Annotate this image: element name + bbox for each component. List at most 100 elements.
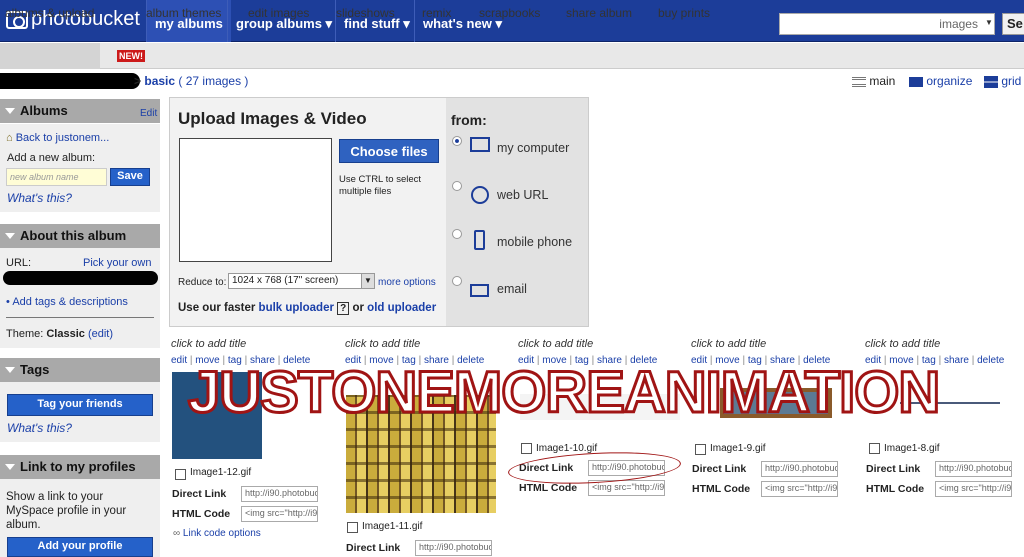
image-checkbox[interactable] bbox=[175, 469, 186, 480]
direct-link-label: Direct Link bbox=[866, 463, 921, 475]
uploader-row: Use our faster bulk uploader ? or old up… bbox=[178, 302, 437, 315]
from-title: from: bbox=[451, 112, 487, 128]
radio-email[interactable] bbox=[452, 276, 462, 286]
grid-icon bbox=[984, 75, 998, 88]
upload-hint: Use CTRL to select multiple files bbox=[339, 174, 422, 197]
view-grid[interactable]: grid bbox=[984, 74, 1021, 88]
back-link[interactable]: ⌂ Back to justonem... bbox=[6, 132, 109, 144]
search-input[interactable]: images bbox=[779, 13, 995, 35]
computer-icon bbox=[470, 137, 490, 152]
direct-link-field[interactable]: http://i90.photobuc bbox=[935, 461, 1012, 477]
tag-friends-button[interactable]: Tag your friends bbox=[7, 394, 153, 416]
bulk-uploader-link[interactable]: bulk uploader bbox=[259, 302, 334, 314]
radio-my-computer[interactable] bbox=[452, 136, 462, 146]
subnav-scrapbooks[interactable]: scrapbooks bbox=[479, 6, 540, 20]
image-checkbox[interactable] bbox=[347, 522, 358, 533]
add-tags-link[interactable]: • Add tags & descriptions bbox=[6, 296, 128, 308]
upload-title: Upload Images & Video bbox=[178, 109, 367, 128]
action-delete[interactable]: delete bbox=[977, 355, 1004, 366]
old-uploader-link[interactable]: old uploader bbox=[367, 302, 436, 314]
subnav-share-album[interactable]: share album bbox=[566, 6, 632, 20]
html-code-field[interactable]: <img src="http://i9 bbox=[241, 506, 318, 522]
choose-files-button[interactable]: Choose files bbox=[339, 139, 439, 163]
add-title-link[interactable]: click to add title bbox=[691, 338, 766, 350]
view-main[interactable]: main bbox=[852, 74, 895, 88]
about-panel-header[interactable]: About this album bbox=[0, 224, 160, 248]
subnav-buy-prints[interactable]: buy prints bbox=[658, 6, 710, 20]
direct-link-label: Direct Link bbox=[172, 488, 227, 500]
breadcrumb-current[interactable]: basic bbox=[144, 74, 175, 88]
from-mobile-phone[interactable]: mobile phone bbox=[497, 235, 572, 249]
image-checkbox[interactable] bbox=[869, 443, 880, 454]
help-icon[interactable]: ? bbox=[337, 302, 350, 315]
from-email[interactable]: email bbox=[497, 282, 527, 296]
file-drop-area[interactable] bbox=[179, 138, 332, 262]
albums-panel-header[interactable]: Albums bbox=[0, 99, 160, 123]
add-title-link[interactable]: click to add title bbox=[345, 338, 420, 350]
image-filename: Image1-12.gif bbox=[190, 467, 252, 478]
reduce-select[interactable]: 1024 x 768 (17" screen) bbox=[228, 273, 375, 289]
image-filename: Image1-11.gif bbox=[362, 521, 423, 532]
radio-mobile-phone[interactable] bbox=[452, 229, 462, 239]
theme-row: Theme: Classic (edit) bbox=[6, 328, 114, 340]
image-checkbox[interactable] bbox=[521, 443, 532, 454]
envelope-icon bbox=[470, 284, 489, 297]
action-edit[interactable]: edit bbox=[171, 355, 187, 366]
tags-panel-header[interactable]: Tags bbox=[0, 358, 160, 382]
subnav-slideshows[interactable]: slideshows bbox=[336, 6, 395, 20]
search-button[interactable]: Se bbox=[1002, 13, 1024, 35]
divider bbox=[6, 317, 154, 318]
image-checkbox[interactable] bbox=[695, 444, 706, 455]
subnav-album-themes[interactable]: album themes bbox=[146, 6, 221, 20]
globe-icon bbox=[471, 186, 489, 204]
html-code-label: HTML Code bbox=[519, 482, 578, 494]
new-album-input[interactable]: new album name bbox=[6, 168, 107, 186]
subnav-albums-upload[interactable]: albums & upload bbox=[5, 6, 94, 20]
link-icon: ∞ bbox=[173, 528, 183, 539]
add-title-link[interactable]: click to add title bbox=[518, 338, 593, 350]
profiles-panel-header[interactable]: Link to my profiles bbox=[0, 455, 160, 479]
action-separator: | bbox=[968, 355, 978, 366]
from-my-computer[interactable]: my computer bbox=[497, 141, 569, 155]
direct-link-field[interactable]: http://i90.photobuc bbox=[415, 540, 492, 556]
radio-web-url[interactable] bbox=[452, 181, 462, 191]
html-code-field[interactable]: <img src="http://i9 bbox=[761, 481, 838, 497]
direct-link-field[interactable]: http://i90.photobuc bbox=[241, 486, 318, 502]
link-code-options[interactable]: ∞ Link code options bbox=[173, 528, 261, 539]
tags-whats-this[interactable]: What's this? bbox=[7, 421, 72, 435]
add-title-link[interactable]: click to add title bbox=[865, 338, 940, 350]
add-title-link[interactable]: click to add title bbox=[171, 338, 246, 350]
organize-icon bbox=[909, 76, 923, 87]
save-button[interactable]: Save bbox=[110, 168, 150, 186]
sub-nav-bar bbox=[0, 43, 1024, 69]
from-web-url[interactable]: web URL bbox=[497, 188, 548, 202]
albums-edit-link[interactable]: Edit bbox=[140, 108, 157, 119]
reduce-label: Reduce to: bbox=[178, 277, 227, 288]
list-icon bbox=[852, 76, 866, 87]
chevron-down-icon[interactable]: ▼ bbox=[361, 274, 374, 288]
html-code-label: HTML Code bbox=[692, 483, 751, 495]
subnav-remix[interactable]: remix bbox=[422, 6, 451, 20]
albums-whats-this[interactable]: What's this? bbox=[7, 191, 72, 205]
add-profile-button[interactable]: Add your profile bbox=[7, 537, 153, 557]
image-filename: Image1-9.gif bbox=[710, 443, 766, 454]
html-code-label: HTML Code bbox=[866, 483, 925, 495]
direct-link-label: Direct Link bbox=[346, 542, 401, 554]
chevron-down-icon[interactable]: ▼ bbox=[985, 18, 993, 27]
redacted-breadcrumb bbox=[0, 73, 140, 89]
redacted-url bbox=[3, 271, 158, 285]
link-code-label: Link code options bbox=[182, 528, 261, 539]
action-share[interactable]: share bbox=[944, 355, 969, 366]
new-badge: NEW! bbox=[117, 50, 145, 62]
theme-edit-link[interactable]: (edit) bbox=[88, 328, 113, 340]
pick-your-own-link[interactable]: Pick your own bbox=[83, 257, 151, 269]
url-label: URL: bbox=[6, 257, 32, 269]
home-icon: ⌂ bbox=[6, 132, 13, 144]
html-code-field[interactable]: <img src="http://i9 bbox=[935, 481, 1012, 497]
image-filename: Image1-8.gif bbox=[884, 443, 940, 454]
view-organize[interactable]: organize bbox=[909, 74, 972, 88]
more-options-link[interactable]: more options bbox=[378, 277, 436, 288]
direct-link-field[interactable]: http://i90.photobuc bbox=[761, 461, 838, 477]
breadcrumb: > basic ( 27 images ) bbox=[134, 74, 249, 88]
subnav-edit-images[interactable]: edit images bbox=[248, 6, 309, 20]
